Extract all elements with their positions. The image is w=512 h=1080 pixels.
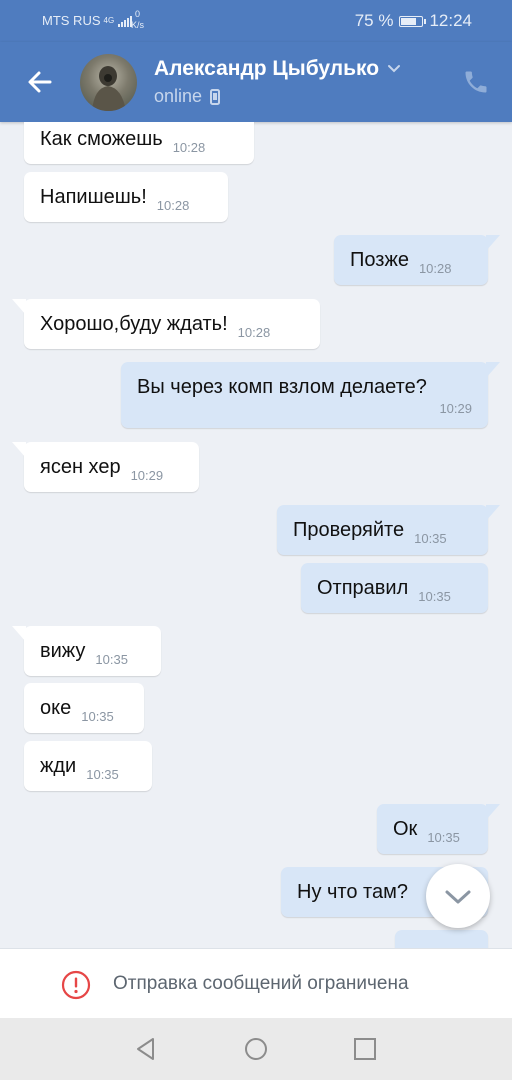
bubble-tail <box>12 299 26 315</box>
scroll-to-bottom-button[interactable] <box>426 864 490 928</box>
presence-label: online <box>154 86 203 106</box>
message-text: Ок <box>393 817 418 840</box>
message-text: Хорошо,буду ждать! <box>40 312 228 335</box>
message-bubble[interactable]: Отправил 10:35 <box>301 563 488 613</box>
message-time: 10:29 <box>439 401 472 416</box>
message-bubble[interactable]: Как сможешь 10:28 <box>24 122 254 164</box>
message-time: 10:35 <box>427 829 460 845</box>
bubble-tail <box>486 362 500 378</box>
network-speed: 0 K/s <box>131 9 144 31</box>
message-bubble-partial[interactable] <box>395 930 488 948</box>
chevron-down-icon <box>445 890 471 904</box>
network-speed-unit: K/s <box>131 20 145 30</box>
mobile-device-icon <box>210 88 221 105</box>
system-nav-bar <box>0 1018 512 1080</box>
battery-percent: 75 % <box>354 11 394 30</box>
bubble-tail <box>486 505 500 521</box>
avatar[interactable] <box>80 54 137 111</box>
contact-name[interactable]: Александр Цыбулько <box>154 57 401 81</box>
bubble-tail <box>12 442 26 458</box>
message-time: 10:28 <box>418 260 452 276</box>
message-bubble[interactable]: Напишешь! 10:28 <box>24 172 228 222</box>
message-text: Проверяйте <box>293 518 405 541</box>
warning-icon <box>61 970 91 1000</box>
message-text: Ну что там? <box>297 880 408 903</box>
message-bubble[interactable]: Ок 10:35 <box>377 804 500 854</box>
network-speed-value: 0 <box>135 9 141 19</box>
bubble-tail <box>486 235 500 251</box>
chat-header: Александр Цыбулько online <box>0 42 512 122</box>
restriction-text: Отправка сообщений ограничена <box>113 973 409 994</box>
message-text: ясен хер <box>40 455 121 478</box>
nav-back-icon[interactable] <box>133 1036 159 1062</box>
message-text: Позже <box>350 248 409 271</box>
message-bubble[interactable]: ясен хер 10:29 <box>12 442 199 492</box>
contact-name-label: Александр Цыбулько <box>154 57 380 80</box>
message-bubble[interactable]: Вы через комп взлом делаете? 10:29 <box>121 362 500 428</box>
message-text: Как сможешь <box>40 127 163 150</box>
message-text: оке <box>40 696 72 719</box>
network-type: 4G <box>103 15 115 25</box>
message-time: 10:28 <box>156 197 190 213</box>
bubble-tail <box>12 626 26 642</box>
message-bubble[interactable]: жди 10:35 <box>24 741 152 791</box>
message-time: 10:29 <box>130 467 164 483</box>
restriction-notice: Отправка сообщений ограничена <box>0 948 512 1018</box>
message-time: 10:35 <box>414 530 447 546</box>
message-time: 10:28 <box>172 139 206 155</box>
message-bubble[interactable]: Хорошо,буду ждать! 10:28 <box>12 299 320 349</box>
message-bubble[interactable]: Проверяйте 10:35 <box>277 505 500 555</box>
message-text: Вы через комп взлом делаете? <box>137 376 427 398</box>
clock: 12:24 <box>429 11 472 30</box>
message-list[interactable]: Как сможешь 10:28 Напишешь! 10:28 Позже … <box>0 122 512 948</box>
message-time: 10:35 <box>81 708 114 724</box>
carrier-info: MTS RUS 4G <box>42 13 133 28</box>
message-bubble[interactable]: вижу 10:35 <box>12 626 161 676</box>
status-bar: MTS RUS 4G 0 K/s 75 % 12:24 <box>0 0 512 42</box>
nav-home-icon[interactable] <box>243 1036 269 1062</box>
message-time: 10:35 <box>86 766 119 782</box>
back-arrow-icon[interactable] <box>24 66 56 98</box>
message-bubble[interactable]: оке 10:35 <box>24 683 144 733</box>
nav-recents-icon[interactable] <box>352 1036 378 1062</box>
chevron-down-icon <box>388 65 401 73</box>
message-text: вижу <box>40 639 86 662</box>
message-time: 10:35 <box>418 588 451 604</box>
message-text: жди <box>40 754 77 777</box>
bubble-tail <box>486 804 500 820</box>
battery-icon <box>399 15 427 27</box>
carrier-label: MTS RUS <box>42 13 101 28</box>
message-text: Напишешь! <box>40 185 147 208</box>
message-time: 10:28 <box>237 324 271 340</box>
message-text: Отправил <box>317 576 409 599</box>
message-bubble[interactable]: Позже 10:28 <box>334 235 500 285</box>
status-right: 75 % 12:24 <box>355 11 472 31</box>
presence-status: online <box>154 86 221 107</box>
message-time: 10:35 <box>95 651 128 667</box>
phone-call-icon[interactable] <box>462 68 490 96</box>
